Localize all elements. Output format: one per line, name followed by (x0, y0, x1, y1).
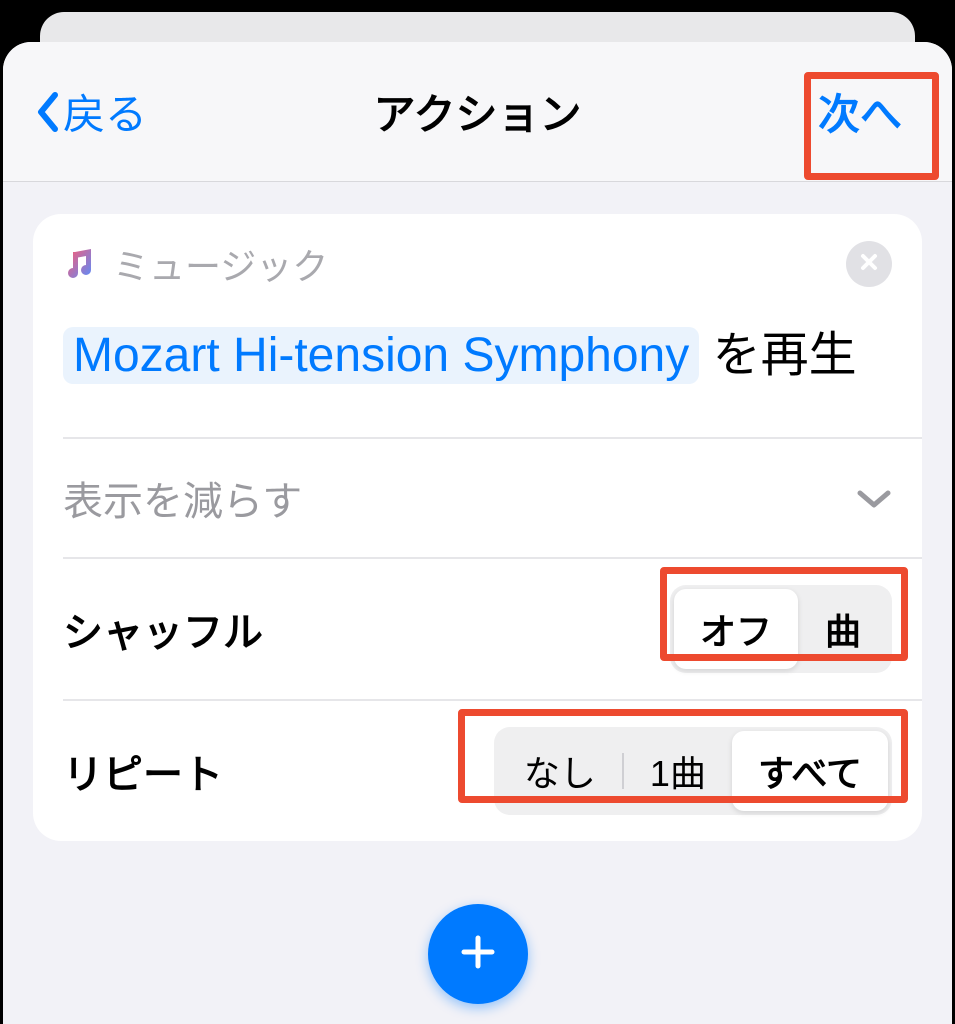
show-less-row[interactable]: 表示を減らす (33, 439, 922, 557)
app-name-label: ミュージック (113, 238, 328, 290)
back-label: 戻る (63, 81, 147, 142)
chevron-left-icon (33, 90, 61, 134)
card-header: ミュージック (33, 214, 922, 308)
close-button[interactable] (846, 241, 892, 287)
repeat-segmented-control[interactable]: なし 1曲 すべて (494, 727, 892, 815)
page-title: アクション (374, 81, 582, 142)
close-icon (858, 251, 880, 278)
shuffle-option-off[interactable]: オフ (674, 589, 798, 669)
repeat-option-none[interactable]: なし (498, 731, 622, 811)
shuffle-label: シャッフル (63, 600, 263, 658)
music-token[interactable]: Mozart Hi-tension Symphony (63, 327, 699, 384)
play-suffix: を再生 (699, 329, 856, 382)
chevron-down-icon (856, 475, 892, 520)
repeat-option-all[interactable]: すべて (732, 731, 888, 811)
shuffle-segmented-control[interactable]: オフ 曲 (670, 585, 892, 673)
repeat-option-one[interactable]: 1曲 (624, 731, 732, 811)
plus-icon (456, 930, 500, 979)
music-icon (63, 246, 99, 282)
repeat-label: リピート (63, 742, 223, 800)
modal-sheet: 戻る アクション 次へ ミ (3, 42, 952, 1024)
action-description: Mozart Hi-tension Symphony を再生 (33, 308, 922, 437)
shuffle-option-songs[interactable]: 曲 (798, 589, 888, 669)
back-button[interactable]: 戻る (33, 81, 147, 142)
app-label: ミュージック (63, 238, 328, 290)
highlight-annotation (804, 72, 939, 180)
shuffle-row: シャッフル オフ 曲 (33, 559, 922, 699)
repeat-row: リピート なし 1曲 すべて (33, 701, 922, 841)
add-action-button[interactable] (428, 904, 528, 1004)
action-card: ミュージック Mozart Hi-tension Symphony を再生 表示… (33, 214, 922, 841)
show-less-label: 表示を減らす (63, 469, 302, 527)
